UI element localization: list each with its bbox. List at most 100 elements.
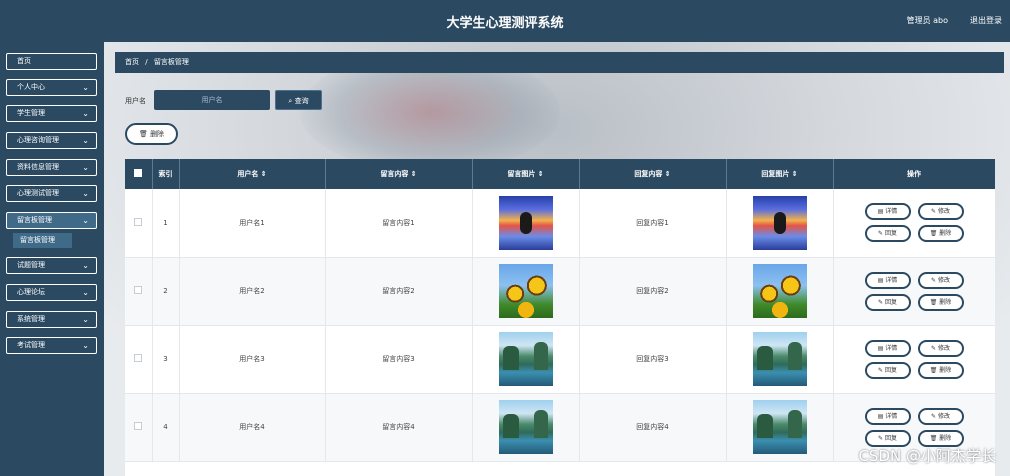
sidebar-item-questions[interactable]: 试题管理 ⌄ [6, 257, 97, 274]
sidebar-item-exams[interactable]: 考试管理 ⌄ [6, 337, 97, 354]
select-all-header [125, 159, 153, 189]
logout-link[interactable]: 退出登录 [970, 15, 1002, 26]
sidebar-item-label: 试题管理 [17, 261, 45, 269]
reply-label: 回复 [884, 434, 897, 442]
trash-icon: 🗑 [138, 130, 151, 138]
pencil-icon: ✎ [878, 366, 885, 374]
column-header-message[interactable]: 留言内容 ⇕ [325, 159, 473, 189]
sidebar-item-system[interactable]: 系统管理 ⌄ [6, 311, 97, 328]
delete-label: 删除 [939, 434, 952, 442]
table-row: 3 用户名3 留言内容3 回复内容3 ▤ 详情 ✎ 修改 ✎ 回复 🗑 删除 [125, 325, 995, 394]
delete-button[interactable]: 🗑 删除 [917, 293, 964, 311]
chevron-down-icon: ⌄ [82, 216, 89, 225]
row-reply: 回复内容2 [579, 257, 727, 326]
row-reply-image-cell [726, 189, 834, 258]
column-header-reply[interactable]: 回复内容 ⇕ [579, 159, 727, 189]
trash-icon: 🗑 [929, 366, 940, 374]
top-header: 大学生心理测评系统 管理员 abo 退出登录 [0, 0, 1010, 42]
row-select-cell [125, 325, 153, 394]
trash-icon: 🗑 [929, 230, 940, 238]
message-image-sunflowers[interactable] [498, 264, 553, 318]
sidebar-item-counseling[interactable]: 心理咨询管理 ⌄ [6, 132, 97, 149]
sidebar-item-psych-test[interactable]: 心理测试管理 ⌄ [6, 185, 97, 202]
chevron-down-icon: ⌄ [82, 261, 89, 270]
sidebar-item-label: 资料信息管理 [17, 163, 59, 171]
edit-label: 修改 [937, 344, 950, 352]
reply-button[interactable]: ✎ 回复 [864, 429, 911, 447]
reply-button[interactable]: ✎ 回复 [864, 293, 911, 311]
sidebar-item-label: 心理咨询管理 [17, 136, 59, 144]
chevron-down-icon: ⌄ [82, 83, 89, 92]
edit-label: 修改 [937, 412, 950, 420]
row-reply-image-cell [726, 325, 834, 394]
column-header-message-image[interactable]: 留言图片 ⇕ [472, 159, 580, 189]
sidebar-item-forum[interactable]: 心理论坛 ⌄ [6, 284, 97, 301]
delete-button[interactable]: 🗑 删除 [917, 429, 964, 447]
row-reply-image-cell [726, 257, 834, 326]
sidebar-item-label: 留言板管理 [17, 216, 52, 224]
search-button[interactable]: ⌕ 查询 [275, 90, 322, 110]
reply-label: 回复 [884, 230, 897, 238]
reply-label: 回复 [884, 298, 897, 306]
column-header-reply-image[interactable]: 回复图片 ⇕ [726, 159, 834, 189]
row-username: 用户名2 [179, 257, 326, 326]
row-message: 留言内容2 [325, 257, 473, 326]
select-all-checkbox[interactable] [134, 169, 143, 177]
row-index: 4 [152, 393, 180, 462]
chevron-down-icon: ⌄ [82, 109, 89, 118]
column-header-username[interactable]: 用户名 ⇕ [179, 159, 326, 189]
message-image-lake[interactable] [498, 400, 553, 454]
row-actions: ▤ 详情 ✎ 修改 ✎ 回复 🗑 删除 [833, 325, 995, 394]
delete-button[interactable]: 🗑 删除 [917, 225, 964, 243]
reply-image-lake[interactable] [752, 332, 807, 386]
row-checkbox[interactable] [134, 422, 143, 430]
row-message: 留言内容1 [325, 189, 473, 258]
detail-button[interactable]: ▤ 详情 [864, 203, 911, 221]
reply-image-sunflowers[interactable] [752, 264, 807, 318]
sidebar-item-students[interactable]: 学生管理 ⌄ [6, 105, 97, 122]
delete-label: 删除 [939, 298, 952, 306]
chevron-down-icon: ⌄ [82, 315, 89, 324]
table-row: 2 用户名2 留言内容2 回复内容2 ▤ 详情 ✎ 修改 ✎ 回复 🗑 删除 [125, 257, 995, 326]
edit-button[interactable]: ✎ 修改 [917, 339, 964, 357]
row-message-image-cell [472, 393, 580, 462]
sidebar-item-resources[interactable]: 资料信息管理 ⌄ [6, 159, 97, 176]
detail-label: 详情 [885, 208, 898, 216]
breadcrumb-separator: / [145, 58, 148, 66]
sidebar-item-label: 心理测试管理 [17, 189, 59, 197]
message-image-eclipse[interactable] [498, 195, 553, 250]
username-search-input[interactable] [154, 90, 270, 110]
message-image-lake[interactable] [498, 332, 553, 386]
table-row: 1 用户名1 留言内容1 回复内容1 ▤ 详情 ✎ 修改 ✎ 回复 🗑 删除 [125, 189, 995, 258]
sidebar-item-home[interactable]: 首页 [6, 53, 97, 70]
batch-delete-button[interactable]: 🗑 删除 [125, 123, 178, 145]
sidebar-item-message-board[interactable]: 留言板管理 ⌄ [6, 212, 97, 229]
row-reply: 回复内容1 [579, 189, 727, 258]
detail-button[interactable]: ▤ 详情 [864, 339, 911, 357]
reply-image-lake[interactable] [752, 400, 807, 454]
reply-button[interactable]: ✎ 回复 [864, 225, 911, 243]
chevron-down-icon: ⌄ [82, 163, 89, 172]
detail-label: 详情 [885, 412, 898, 420]
chevron-down-icon: ⌄ [82, 136, 89, 145]
sidebar-subitem-message-board[interactable]: 留言板管理 [13, 233, 72, 248]
chevron-down-icon: ⌄ [82, 189, 89, 198]
row-username: 用户名3 [179, 325, 326, 394]
reply-button[interactable]: ✎ 回复 [864, 361, 911, 379]
sidebar-item-personal-center[interactable]: 个人中心 ⌄ [6, 79, 97, 96]
row-checkbox[interactable] [134, 286, 143, 294]
row-checkbox[interactable] [134, 217, 143, 226]
row-checkbox[interactable] [134, 354, 143, 362]
breadcrumb-home[interactable]: 首页 [125, 58, 139, 66]
detail-button[interactable]: ▤ 详情 [864, 407, 911, 425]
pencil-icon: ✎ [931, 412, 938, 420]
pencil-icon: ✎ [931, 208, 938, 216]
delete-button[interactable]: 🗑 删除 [917, 361, 964, 379]
detail-button[interactable]: ▤ 详情 [864, 271, 911, 289]
reply-image-eclipse[interactable] [752, 195, 807, 250]
edit-button[interactable]: ✎ 修改 [917, 271, 964, 289]
edit-button[interactable]: ✎ 修改 [917, 407, 964, 425]
row-reply: 回复内容4 [579, 393, 727, 462]
edit-button[interactable]: ✎ 修改 [917, 203, 964, 221]
row-message-image-cell [472, 189, 580, 258]
